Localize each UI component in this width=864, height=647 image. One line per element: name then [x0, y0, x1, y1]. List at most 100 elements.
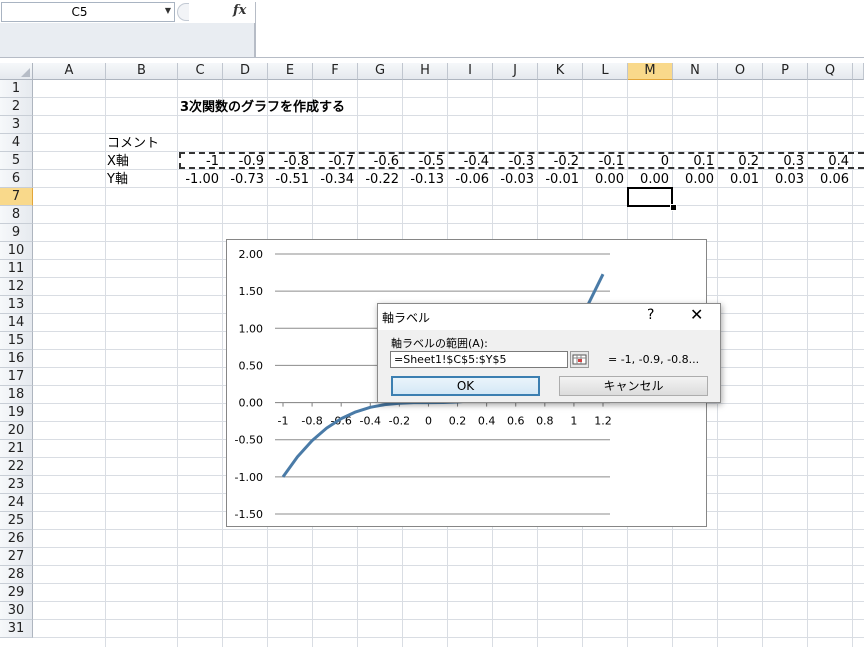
row-header-10[interactable]: 10	[0, 242, 33, 260]
table-cell[interactable]: -0.34	[313, 171, 354, 189]
name-box[interactable]: C5 ▼	[1, 2, 175, 22]
column-header-d[interactable]: D	[223, 63, 268, 80]
range-picker-button[interactable]	[570, 351, 589, 368]
table-cell[interactable]: 0.01	[718, 171, 759, 189]
row-header-14[interactable]: 14	[0, 314, 33, 332]
y-axis-label[interactable]: Y軸	[107, 171, 128, 189]
row-header-29[interactable]: 29	[0, 584, 33, 602]
grid-hline	[33, 637, 864, 638]
y-tick-label: -0.50	[235, 434, 263, 447]
row-header-15[interactable]: 15	[0, 332, 33, 350]
table-cell[interactable]: 0.06	[808, 171, 849, 189]
formula-bar-left-panel	[0, 23, 255, 58]
grid-vline	[105, 80, 106, 647]
function-icon[interactable]: fx	[233, 3, 246, 18]
column-header-j[interactable]: J	[493, 63, 538, 80]
row-header-17[interactable]: 17	[0, 368, 33, 386]
row-header-27[interactable]: 27	[0, 548, 33, 566]
table-cell[interactable]: 0.00	[583, 171, 624, 189]
chevron-down-icon[interactable]: ▼	[165, 6, 171, 15]
cancel-button[interactable]: キャンセル	[559, 376, 708, 396]
column-header-m[interactable]: M	[628, 63, 673, 80]
table-cell[interactable]: 0.00	[673, 171, 714, 189]
row-header-5[interactable]: 5	[0, 152, 33, 170]
row-header-31[interactable]: 31	[0, 620, 33, 638]
column-header-q[interactable]: Q	[808, 63, 853, 80]
row-header-4[interactable]: 4	[0, 134, 33, 152]
table-cell[interactable]: -1.00	[178, 171, 219, 189]
formula-input[interactable]	[255, 2, 864, 58]
table-cell[interactable]: -0.01	[538, 171, 579, 189]
x-tick-label: 0.8	[536, 415, 554, 428]
table-cell[interactable]: -0.51	[268, 171, 309, 189]
range-input[interactable]: =Sheet1!$C$5:$Y$5	[390, 351, 568, 368]
dialog-body: 軸ラベルの範囲(A): =Sheet1!$C$5:$Y$5 = -1, -0.9…	[378, 330, 720, 402]
table-cell[interactable]: -0.73	[223, 171, 264, 189]
row-header-1[interactable]: 1	[0, 80, 33, 98]
column-header-e[interactable]: E	[268, 63, 313, 80]
row-header-24[interactable]: 24	[0, 494, 33, 512]
row-header-2[interactable]: 2	[0, 98, 33, 116]
row-header-21[interactable]: 21	[0, 440, 33, 458]
x-tick-label: 1.2	[594, 415, 612, 428]
grid-hline	[33, 619, 864, 620]
ok-button[interactable]: OK	[391, 376, 540, 396]
x-axis-label[interactable]: X軸	[107, 153, 129, 171]
active-cell[interactable]	[627, 187, 673, 207]
column-header-g[interactable]: G	[358, 63, 403, 80]
row-header-30[interactable]: 30	[0, 602, 33, 620]
column-header-o[interactable]: O	[718, 63, 763, 80]
column-header-f[interactable]: F	[313, 63, 358, 80]
row-header-28[interactable]: 28	[0, 566, 33, 584]
row-header-3[interactable]: 3	[0, 116, 33, 134]
row-header-9[interactable]: 9	[0, 224, 33, 242]
column-header-n[interactable]: N	[673, 63, 718, 80]
select-all-corner[interactable]	[0, 63, 33, 80]
comment-label[interactable]: コメント	[107, 135, 159, 153]
row-header-11[interactable]: 11	[0, 260, 33, 278]
row-header-18[interactable]: 18	[0, 386, 33, 404]
dialog-title: 軸ラベル	[382, 311, 431, 325]
fill-handle[interactable]	[670, 204, 677, 211]
x-tick-label: 0	[425, 415, 432, 428]
row-header-6[interactable]: 6	[0, 170, 33, 188]
row-header-23[interactable]: 23	[0, 476, 33, 494]
table-cell[interactable]: -0.06	[448, 171, 489, 189]
column-header-l[interactable]: L	[583, 63, 628, 80]
row-header-7[interactable]: 7	[0, 188, 33, 206]
row-header-13[interactable]: 13	[0, 296, 33, 314]
row-header-22[interactable]: 22	[0, 458, 33, 476]
sheet-title[interactable]: 3次関数のグラフを作成する	[180, 99, 345, 117]
x-tick-label: 1	[570, 415, 577, 428]
help-icon[interactable]: ?	[647, 307, 654, 323]
range-label: 軸ラベルの範囲(A):	[391, 337, 488, 350]
row-header-8[interactable]: 8	[0, 206, 33, 224]
x-tick-label: 0.4	[478, 415, 496, 428]
table-cell[interactable]: -0.22	[358, 171, 399, 189]
column-header-b[interactable]: B	[106, 63, 178, 80]
column-header-a[interactable]: A	[33, 63, 106, 80]
dialog-titlebar[interactable]: 軸ラベル ? ✕	[378, 304, 720, 330]
table-cell[interactable]: 0.03	[763, 171, 804, 189]
table-cell[interactable]: -0.13	[403, 171, 444, 189]
row-header-12[interactable]: 12	[0, 278, 33, 296]
row-header-20[interactable]: 20	[0, 422, 33, 440]
row-header-19[interactable]: 19	[0, 404, 33, 422]
grid-hline	[33, 133, 864, 134]
x-tick-label: 0.6	[507, 415, 525, 428]
column-header-h[interactable]: H	[403, 63, 448, 80]
column-header-r[interactable]	[853, 63, 864, 80]
close-icon[interactable]: ✕	[690, 305, 703, 324]
row-header-25[interactable]: 25	[0, 512, 33, 530]
row-header-26[interactable]: 26	[0, 530, 33, 548]
splitter-handle[interactable]	[177, 3, 189, 21]
range-preview: = -1, -0.9, -0.8...	[608, 353, 700, 366]
column-header-i[interactable]: I	[448, 63, 493, 80]
column-header-k[interactable]: K	[538, 63, 583, 80]
column-header-p[interactable]: P	[763, 63, 808, 80]
grid-hline	[33, 529, 864, 530]
table-cell[interactable]: -0.03	[493, 171, 534, 189]
row-header-16[interactable]: 16	[0, 350, 33, 368]
grid-hline	[33, 583, 864, 584]
column-header-c[interactable]: C	[178, 63, 223, 80]
